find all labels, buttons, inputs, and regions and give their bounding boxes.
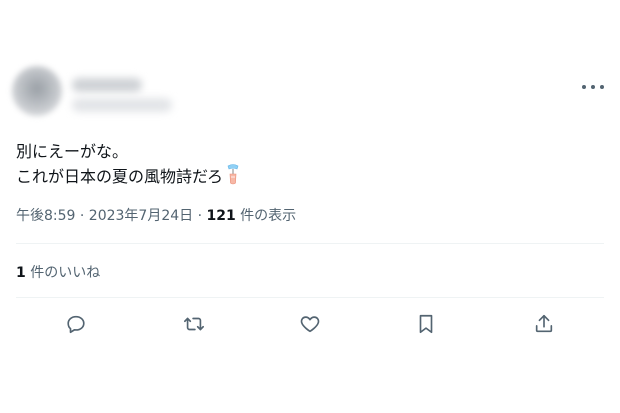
bookmark-icon <box>419 314 433 334</box>
like-label: 件のいいね <box>25 265 101 281</box>
tweet-line-1: 別にえーがな。 <box>16 142 129 161</box>
retweet-icon <box>184 317 204 331</box>
more-dot <box>591 85 595 89</box>
tweet-line-2: これが日本の夏の風物詩だろ <box>16 164 596 193</box>
tweet-header <box>12 66 608 126</box>
more-dot <box>600 85 604 89</box>
like-button[interactable] <box>295 309 325 339</box>
view-count[interactable]: 121 <box>207 208 236 224</box>
share-icon <box>535 314 553 333</box>
likes-row[interactable]: 1 件のいいね <box>16 262 100 282</box>
tweet-text: 別にえーがな。 これが日本の夏の風物詩だろ <box>16 140 596 193</box>
tweet-meta: 午後8:59 · 2023年7月24日 · 121 件の表示 <box>16 205 296 225</box>
bookmark-button[interactable] <box>411 309 441 339</box>
view-label: 件の表示 <box>235 208 297 224</box>
divider <box>16 297 604 298</box>
more-dot <box>582 85 586 89</box>
like-count: 1 <box>16 265 26 281</box>
wind-chime-emoji-icon <box>225 164 241 193</box>
divider <box>16 243 604 244</box>
more-icon[interactable] <box>582 80 604 94</box>
heart-icon <box>300 316 320 333</box>
share-button[interactable] <box>529 309 559 339</box>
username-blurred[interactable] <box>72 98 172 112</box>
action-bar <box>16 309 604 339</box>
reply-button[interactable] <box>61 309 91 339</box>
avatar[interactable] <box>12 66 62 116</box>
tweet-line-2-text: これが日本の夏の風物詩だろ <box>16 167 224 186</box>
display-name-blurred[interactable] <box>72 78 142 92</box>
timestamp[interactable]: 午後8:59 · 2023年7月24日 · <box>16 208 207 224</box>
reply-icon <box>67 315 85 334</box>
retweet-button[interactable] <box>179 309 209 339</box>
